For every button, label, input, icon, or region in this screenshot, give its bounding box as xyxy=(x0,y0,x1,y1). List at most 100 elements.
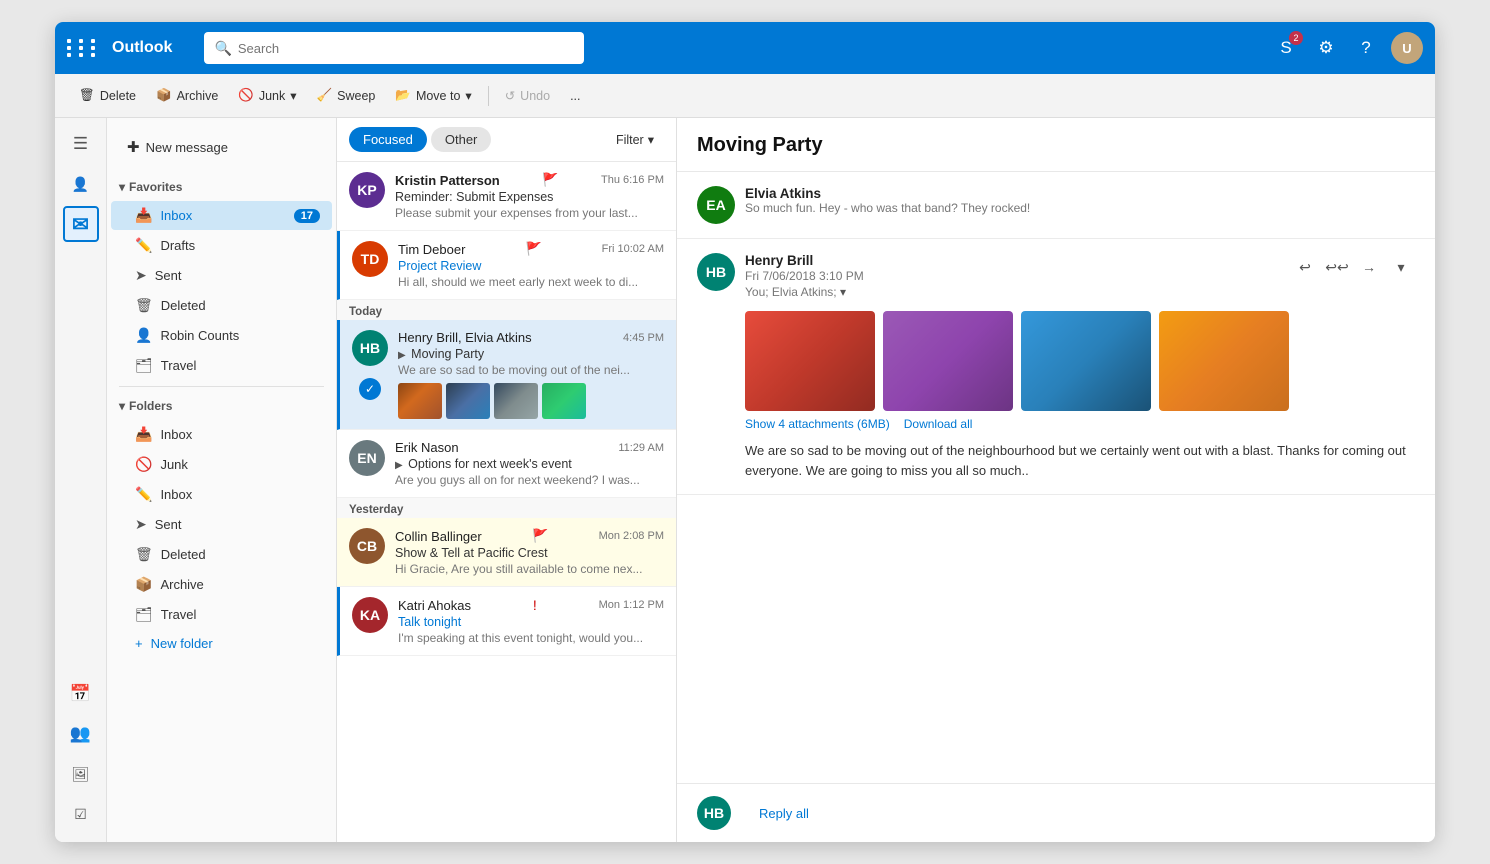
sender-kristin: Kristin Patterson xyxy=(395,173,500,188)
sidebar-item-sent[interactable]: ➤ Sent xyxy=(111,261,332,290)
folder-deleted-icon: 🗑 xyxy=(135,546,153,563)
skype-button[interactable]: S 2 xyxy=(1271,33,1301,63)
thread-item-elvia[interactable]: EA Elvia Atkins So much fun. Hey - who w… xyxy=(677,172,1435,239)
sidebar-item-drafts[interactable]: ✏️ Drafts xyxy=(111,231,332,260)
mail-icon[interactable]: ✉ xyxy=(63,206,99,242)
subject-henry: ▶ Moving Party xyxy=(398,347,664,361)
reply-all-button[interactable]: ↩↩ xyxy=(1323,253,1351,281)
people-icon[interactable]: 👤 xyxy=(63,166,99,202)
download-all-link[interactable]: Download all xyxy=(904,417,973,431)
search-box[interactable]: 🔍 xyxy=(204,32,584,64)
folder-archive[interactable]: 📦 Archive xyxy=(111,570,332,599)
thread-photo-2[interactable] xyxy=(883,311,1013,411)
apps-icon[interactable] xyxy=(67,39,100,57)
body-layout: ☰ 👤 ✉ 📅 👥 🖼 ☑ ✚ New message ▾ Favorites … xyxy=(55,118,1435,842)
focused-tab[interactable]: Focused xyxy=(349,127,427,152)
reply-all-button-main[interactable]: Reply all xyxy=(741,799,827,828)
sidebar-item-deleted[interactable]: 🗑 Deleted xyxy=(111,291,332,320)
archive-button[interactable]: 📦 Archive xyxy=(148,83,226,108)
undo-button[interactable]: ↺ Undo xyxy=(497,83,558,108)
avatar-kristin: KP xyxy=(349,172,385,208)
more-button[interactable]: ... xyxy=(562,84,588,108)
folder-inbox-2-icon: ✏️ xyxy=(135,486,152,503)
new-message-button[interactable]: ✚ New message xyxy=(115,130,240,164)
expand-button[interactable]: ▾ xyxy=(1387,253,1415,281)
avatar-henry-detail: HB xyxy=(697,253,735,291)
folders-section-header[interactable]: ▾ Folders xyxy=(107,393,336,419)
help-button[interactable]: ? xyxy=(1351,33,1381,63)
thread-date-henry: Fri 7/06/2018 3:10 PM xyxy=(745,269,1281,283)
folder-sent-icon: ➤ xyxy=(135,516,147,533)
sweep-button[interactable]: 🧹 Sweep xyxy=(309,83,384,108)
email-item-kristin[interactable]: KP Kristin Patterson 🚩 Thu 6:16 PM Remin… xyxy=(337,162,676,231)
reply-button[interactable]: ↩ xyxy=(1291,253,1319,281)
sidebar-item-inbox[interactable]: 📥 Inbox 17 xyxy=(111,201,332,230)
email-item-tim[interactable]: TD Tim Deboer 🚩 Fri 10:02 AM Project Rev… xyxy=(337,231,676,300)
sidebar-item-robin-counts[interactable]: 👤 Robin Counts xyxy=(111,321,332,350)
sender-henry: Henry Brill, Elvia Atkins xyxy=(398,330,532,345)
flag-tim: 🚩 xyxy=(525,241,541,257)
folder-travel[interactable]: 🗂 Travel xyxy=(111,600,332,629)
avatar-collin: CB xyxy=(349,528,385,564)
attachment-row: Show 4 attachments (6MB) Download all xyxy=(745,417,1415,431)
delete-button[interactable]: 🗑 Delete xyxy=(71,83,144,108)
email-scroll[interactable]: KP Kristin Patterson 🚩 Thu 6:16 PM Remin… xyxy=(337,162,676,842)
sidebar-item-travel[interactable]: 🗂 Travel xyxy=(111,351,332,380)
email-header-erik: Erik Nason 11:29 AM xyxy=(395,440,664,455)
expand-to-icon[interactable]: ▾ xyxy=(840,285,846,299)
thread-photo-1[interactable] xyxy=(745,311,875,411)
inbox-icon: 📥 xyxy=(135,207,152,224)
preview-henry: We are so sad to be moving out of the ne… xyxy=(398,363,664,377)
subject-collin: Show & Tell at Pacific Crest xyxy=(395,546,664,560)
calendar-icon[interactable]: 📅 xyxy=(63,676,99,712)
preview-kristin: Please submit your expenses from your la… xyxy=(395,206,664,220)
avatar-henry: HB xyxy=(352,330,388,366)
compose-icon: ✚ xyxy=(127,138,140,156)
email-item-henry[interactable]: HB ✓ Henry Brill, Elvia Atkins 4:45 PM ▶… xyxy=(337,320,676,430)
detail-header: Moving Party xyxy=(677,118,1435,172)
app-title: Outlook xyxy=(112,39,172,57)
junk-folder-icon: 🚫 xyxy=(135,456,152,473)
email-item-katri[interactable]: KA Katri Ahokas ! Mon 1:12 PM Talk tonig… xyxy=(337,587,676,656)
important-katri: ! xyxy=(533,597,537,613)
thread-photo-3[interactable] xyxy=(1021,311,1151,411)
sender-tim: Tim Deboer xyxy=(398,242,465,257)
thread-photo-4[interactable] xyxy=(1159,311,1289,411)
thread-photos xyxy=(745,311,1415,411)
reply-area: HB Reply all xyxy=(677,783,1435,842)
gallery-icon[interactable]: 🖼 xyxy=(63,756,99,792)
contacts-icon[interactable]: 👥 xyxy=(63,716,99,752)
favorites-section-header[interactable]: ▾ Favorites xyxy=(107,174,336,200)
tasks-icon[interactable]: ☑ xyxy=(63,796,99,832)
travel-icon: 🗂 xyxy=(135,357,153,374)
search-input[interactable] xyxy=(238,41,575,56)
move-to-button[interactable]: 📂 Move to ▾ xyxy=(387,83,479,108)
chevron-down-icon: ▾ xyxy=(119,180,125,194)
filter-button[interactable]: Filter ▾ xyxy=(606,127,664,152)
folder-deleted[interactable]: 🗑 Deleted xyxy=(111,540,332,569)
folder-sent[interactable]: ➤ Sent xyxy=(111,510,332,539)
avatar[interactable]: U xyxy=(1391,32,1423,64)
sender-katri: Katri Ahokas xyxy=(398,598,471,613)
email-item-erik[interactable]: EN Erik Nason 11:29 AM ▶ Options for nex… xyxy=(337,430,676,498)
new-folder-button[interactable]: + New folder xyxy=(111,630,332,657)
folder-inbox[interactable]: 📥 Inbox xyxy=(111,420,332,449)
section-today: Today xyxy=(337,300,676,320)
email-item-collin[interactable]: CB Collin Ballinger 🚩 Mon 2:08 PM Show &… xyxy=(337,518,676,587)
archive-folder-icon: 📦 xyxy=(135,576,152,593)
thread-sender-row-elvia: EA Elvia Atkins So much fun. Hey - who w… xyxy=(697,186,1415,224)
show-attachments-link[interactable]: Show 4 attachments (6MB) xyxy=(745,417,890,431)
other-tab[interactable]: Other xyxy=(431,127,492,152)
folder-inbox-2[interactable]: ✏️ Inbox xyxy=(111,480,332,509)
preview-katri: I'm speaking at this event tonight, woul… xyxy=(398,631,664,645)
detail-scroll[interactable]: EA Elvia Atkins So much fun. Hey - who w… xyxy=(677,172,1435,783)
hamburger-icon[interactable]: ☰ xyxy=(63,126,99,162)
folder-junk[interactable]: 🚫 Junk xyxy=(111,450,332,479)
more-icon: ... xyxy=(570,89,580,103)
delete-icon: 🗑 xyxy=(79,88,95,103)
forward-button[interactable]: → xyxy=(1355,253,1383,281)
junk-button[interactable]: 🚫 Junk ▾ xyxy=(230,83,304,108)
thread-to-henry: You; Elvia Atkins; ▾ xyxy=(745,285,1281,299)
settings-button[interactable]: ⚙ xyxy=(1311,33,1341,63)
thumb-4 xyxy=(542,383,586,419)
